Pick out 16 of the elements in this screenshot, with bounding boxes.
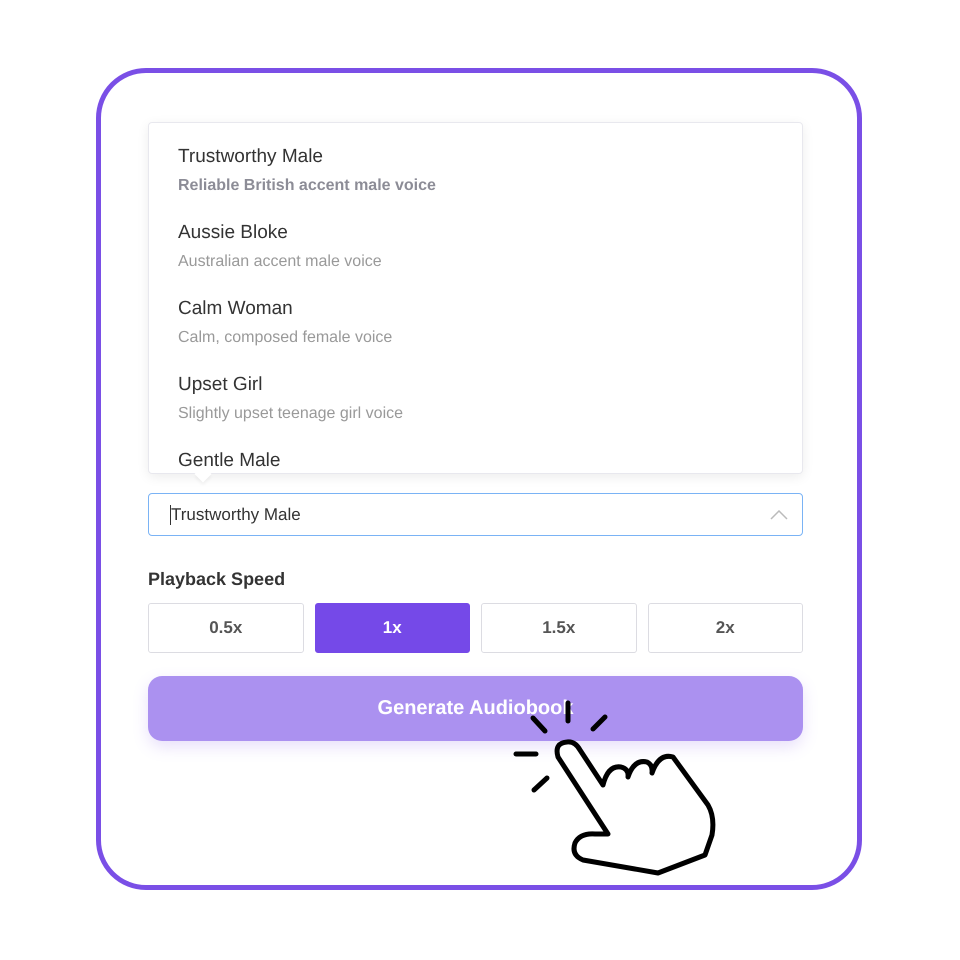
playback-speed-label: Playback Speed: [148, 569, 286, 590]
voice-description: Calm, composed female voice: [178, 328, 392, 348]
chevron-up-icon: [770, 510, 788, 520]
voice-description: Australian accent male voice: [178, 252, 382, 272]
speed-button[interactable]: 2x: [648, 603, 803, 653]
voice-description: Reliable British accent male voice: [178, 176, 436, 196]
voice-description: Slightly upset teenage girl voice: [178, 404, 404, 424]
voice-name[interactable]: Trustworthy Male: [178, 145, 323, 169]
voice-name[interactable]: Upset Girl: [178, 373, 262, 397]
voice-select-field[interactable]: Trustworthy Male: [148, 493, 803, 536]
voice-name[interactable]: Aussie Bloke: [178, 221, 288, 245]
speed-button[interactable]: 0.5x: [148, 603, 304, 653]
speed-button[interactable]: 1.5x: [481, 603, 636, 653]
voice-name[interactable]: Gentle Male: [178, 449, 280, 473]
speed-button[interactable]: 1x: [314, 603, 470, 653]
voice-name[interactable]: Calm Woman: [178, 297, 293, 321]
